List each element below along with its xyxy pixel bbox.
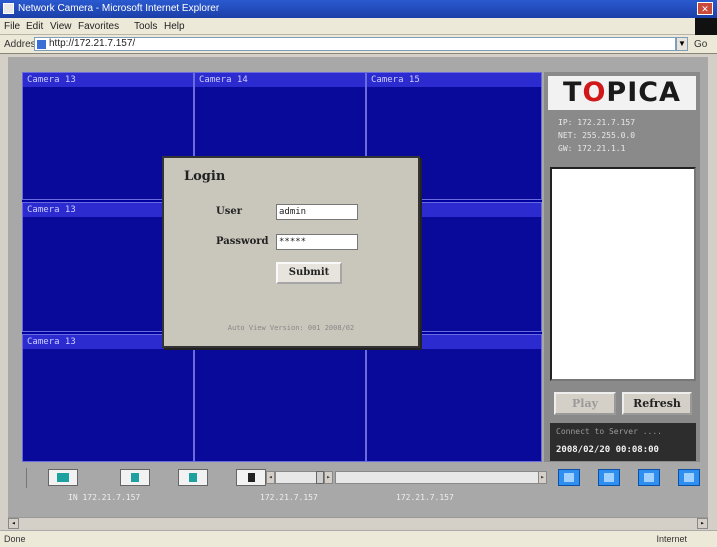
gateway-info: GW: 172.21.1.1 xyxy=(558,144,626,153)
single-view-icon xyxy=(564,473,574,482)
side-panel: TOPICA IP: 172.21.7.157 NET: 255.255.0.0… xyxy=(544,72,700,462)
video-cell[interactable] xyxy=(366,334,542,462)
layout-3x3-button[interactable] xyxy=(638,469,660,486)
logo-text-pre: T xyxy=(563,77,583,108)
layout-1x1-button[interactable] xyxy=(558,469,580,486)
horizontal-scrollbar[interactable]: ◂ ▸ xyxy=(8,517,708,529)
scroll-left-button[interactable]: ◂ xyxy=(8,518,19,529)
fullscreen-button[interactable] xyxy=(678,469,700,486)
ip-info: IP: 172.21.7.157 xyxy=(558,118,636,127)
menu-edit[interactable]: Edit xyxy=(26,21,43,32)
record-button[interactable] xyxy=(48,469,78,486)
user-label: User xyxy=(216,206,242,217)
camera-list[interactable] xyxy=(550,167,696,381)
refresh-button[interactable]: Refresh xyxy=(622,392,692,415)
menu-favorites[interactable]: Favorites xyxy=(78,21,119,32)
quad-view-icon xyxy=(604,473,614,482)
user-input[interactable]: admin xyxy=(276,204,358,220)
layout-2x2-button[interactable] xyxy=(598,469,620,486)
menu-tools[interactable]: Tools xyxy=(134,21,157,32)
camera-caption: Camera 15 xyxy=(367,73,541,87)
play-button[interactable]: Play xyxy=(554,392,616,415)
version-footer: Auto View Version: 001 2008/02 xyxy=(227,324,355,332)
divider xyxy=(26,468,27,488)
slider-right-arrow[interactable]: ▸ xyxy=(324,471,333,484)
go-button[interactable]: Go xyxy=(694,39,707,50)
password-input[interactable]: ***** xyxy=(276,234,358,250)
menu-file[interactable]: File xyxy=(4,21,20,32)
browser-logo-icon xyxy=(695,18,717,35)
fullscreen-icon xyxy=(684,473,694,482)
menu-view[interactable]: View xyxy=(50,21,72,32)
volume-icon xyxy=(248,473,255,482)
submit-button[interactable]: Submit xyxy=(276,262,342,284)
control-label-ip: IN 172.21.7.157 xyxy=(68,493,141,502)
speaker-icon xyxy=(131,473,139,482)
menu-help[interactable]: Help xyxy=(164,21,185,32)
window-title: Network Camera - Microsoft Internet Expl… xyxy=(18,3,220,14)
record-icon xyxy=(57,473,69,482)
play-icon xyxy=(189,473,197,482)
video-cell[interactable] xyxy=(194,334,366,462)
volume-slider[interactable] xyxy=(275,471,317,484)
logo-text-o: O xyxy=(582,77,607,108)
progress-right-arrow[interactable]: ▸ xyxy=(538,471,547,484)
play-forward-button[interactable] xyxy=(178,469,208,486)
status-message: Connect to Server .... xyxy=(556,427,662,436)
netmask-info: NET: 255.255.0.0 xyxy=(558,131,636,140)
slider-left-arrow[interactable]: ◂ xyxy=(266,471,275,484)
camera-caption: Camera 13 xyxy=(23,73,193,87)
menu-bar: File Edit View Favorites Tools Help xyxy=(0,18,717,35)
window-titlebar: Network Camera - Microsoft Internet Expl… xyxy=(0,0,717,18)
close-window-button[interactable]: ✕ xyxy=(697,2,713,15)
status-text: Done xyxy=(4,534,26,544)
address-url: http://172.21.7.157/ xyxy=(49,38,136,49)
volume-button[interactable] xyxy=(236,469,266,486)
progress-slider[interactable] xyxy=(335,471,539,484)
address-bar: Address http://172.21.7.157/ ▼ Go xyxy=(0,35,717,54)
address-input[interactable]: http://172.21.7.157/ xyxy=(34,37,676,51)
volume-slider-thumb[interactable] xyxy=(316,471,324,484)
control-label-ip-2: 172.21.7.157 xyxy=(260,493,318,502)
password-label: Password xyxy=(216,236,269,247)
login-title: Login xyxy=(184,169,226,184)
browser-statusbar: Done Internet xyxy=(0,530,717,547)
security-zone: Internet xyxy=(656,534,687,544)
camera-caption: Camera 14 xyxy=(195,73,365,87)
audio-button[interactable] xyxy=(120,469,150,486)
topica-logo: TOPICA xyxy=(548,76,696,110)
scroll-right-button[interactable]: ▸ xyxy=(697,518,708,529)
nine-view-icon xyxy=(644,473,654,482)
address-dropdown-button[interactable]: ▼ xyxy=(676,37,688,51)
connection-status: Connect to Server .... 2008/02/20 00:08:… xyxy=(550,423,696,461)
control-bar: ◂ ▸ ▸ xyxy=(22,468,700,490)
status-datetime: 2008/02/20 00:08:00 xyxy=(556,445,659,455)
login-dialog: Login User admin Password ***** Submit A… xyxy=(162,156,420,348)
control-label-ip-3: 172.21.7.157 xyxy=(396,493,454,502)
video-cell[interactable]: Camera 13 xyxy=(22,334,194,462)
logo-text-post: PICA xyxy=(606,77,681,108)
ie-icon xyxy=(3,3,14,14)
page-icon xyxy=(37,40,46,49)
